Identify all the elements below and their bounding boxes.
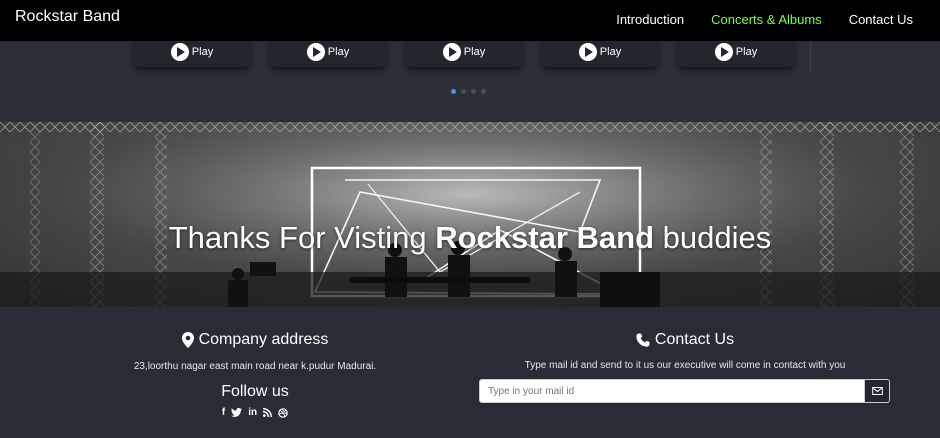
carousel-dot[interactable] [471,89,476,94]
carousel-dot[interactable] [451,89,456,94]
contact-description: Type mail id and send to it us our execu… [524,360,846,371]
send-mail-button[interactable] [865,379,890,403]
concert-banner: Thanks For Visting Rockstar Band buddies [0,122,940,307]
concert-stage-image [0,122,940,307]
follow-us-heading: Follow us [221,383,289,400]
play-label: Play [463,46,486,58]
nav-link-concerts-albums[interactable]: Concerts & Albums [711,12,822,27]
contact-heading: Contact Us [636,331,734,349]
nav-link-contact-us[interactable]: Contact Us [849,12,913,27]
brand-logo[interactable]: Rockstar Band [15,8,120,26]
play-circle-icon [442,43,461,61]
play-circle-icon [170,43,189,61]
play-button[interactable]: Play [442,43,486,61]
footer: Company address 23,loorthu nagar east ma… [0,307,940,438]
section-divider [810,41,811,73]
dribbble-icon[interactable] [278,407,288,418]
play-circle-icon [578,43,597,61]
play-button[interactable]: Play [714,43,758,61]
mail-subscribe-row [479,379,890,403]
address-heading-text: Company address [198,331,329,348]
play-button[interactable]: Play [306,43,350,61]
contact-column: Contact Us Type mail id and send to it u… [475,331,895,403]
play-button[interactable]: Play [578,43,622,61]
nav-links: Introduction Concerts & Albums Contact U… [616,12,913,27]
banner-band-name: Rockstar Band [435,220,655,255]
rss-icon[interactable] [263,407,273,418]
social-links: f in [95,407,415,418]
album-card: Play [406,37,522,67]
address-text: 23,loorthu nagar east main road near k.p… [133,361,377,372]
facebook-icon[interactable]: f [222,407,225,418]
carousel-dot[interactable] [481,89,486,94]
album-card: Play [678,37,794,67]
play-circle-icon [714,43,733,61]
banner-text-after: buddies [654,220,772,255]
email-input[interactable] [479,379,865,403]
play-label: Play [735,46,758,58]
album-card: Play [270,37,386,67]
play-circle-icon [306,43,325,61]
twitter-icon[interactable] [231,407,243,418]
banner-text-before: Thanks For Visting [168,220,436,255]
play-button[interactable]: Play [170,43,214,61]
play-label: Play [191,46,214,58]
play-label: Play [599,46,622,58]
nav-link-introduction[interactable]: Introduction [616,12,684,27]
address-heading: Company address [181,331,329,349]
envelope-icon [871,387,883,395]
carousel-indicators [451,89,486,94]
play-label: Play [327,46,350,58]
album-card: Play [134,37,250,67]
address-column: Company address 23,loorthu nagar east ma… [95,331,415,418]
map-marker-icon [181,332,194,348]
carousel-dot[interactable] [461,89,466,94]
album-card: Play [542,37,658,67]
album-player-section: Play Play Play Play Play [0,37,940,122]
phone-icon [636,333,650,347]
navbar: Rockstar Band Introduction Concerts & Al… [0,0,940,41]
linkedin-icon[interactable]: in [248,407,257,418]
banner-heading: Thanks For Visting Rockstar Band buddies [0,220,940,256]
contact-heading-text: Contact Us [654,331,735,348]
